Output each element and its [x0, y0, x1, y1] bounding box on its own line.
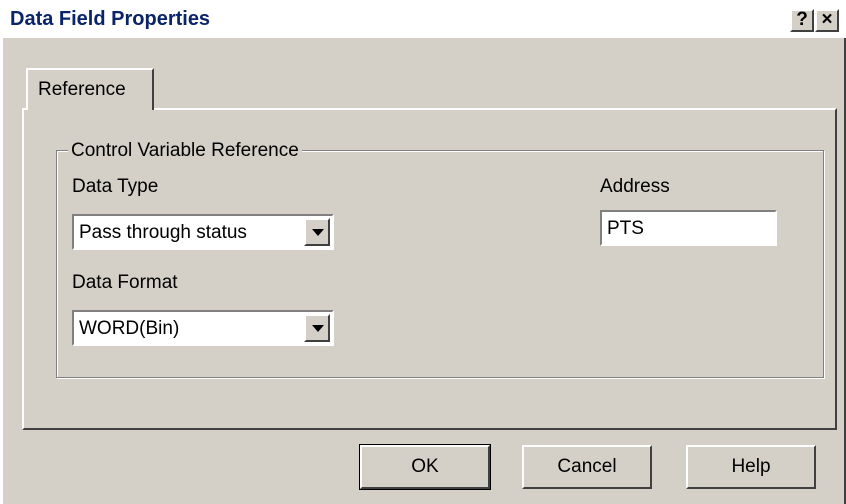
- help-button[interactable]: Help: [686, 445, 816, 489]
- help-question-button[interactable]: ?: [790, 9, 814, 32]
- data-format-label: Data Format: [72, 272, 178, 293]
- data-format-value: WORD(Bin): [79, 318, 180, 339]
- title-bar: Data Field Properties ? ×: [0, 0, 846, 38]
- data-type-dropdown-button[interactable]: [304, 218, 330, 246]
- address-input[interactable]: PTS: [600, 210, 777, 246]
- data-type-label: Data Type: [72, 176, 159, 197]
- data-format-dropdown[interactable]: WORD(Bin): [72, 310, 334, 346]
- data-type-value: Pass through status: [79, 222, 247, 243]
- group-label: Control Variable Reference: [68, 140, 302, 162]
- ok-button[interactable]: OK: [359, 444, 491, 490]
- cancel-button[interactable]: Cancel: [522, 445, 652, 489]
- data-type-dropdown[interactable]: Pass through status: [72, 214, 334, 250]
- address-value: PTS: [607, 218, 644, 239]
- chevron-down-icon: [312, 229, 324, 236]
- tab-reference-label: Reference: [38, 79, 126, 100]
- window-frame-left: [0, 38, 3, 504]
- chevron-down-icon: [312, 325, 324, 332]
- tab-reference[interactable]: Reference: [26, 68, 154, 110]
- close-button[interactable]: ×: [815, 9, 839, 32]
- address-label: Address: [600, 176, 670, 197]
- data-format-dropdown-button[interactable]: [304, 314, 330, 342]
- window-title: Data Field Properties: [10, 8, 211, 30]
